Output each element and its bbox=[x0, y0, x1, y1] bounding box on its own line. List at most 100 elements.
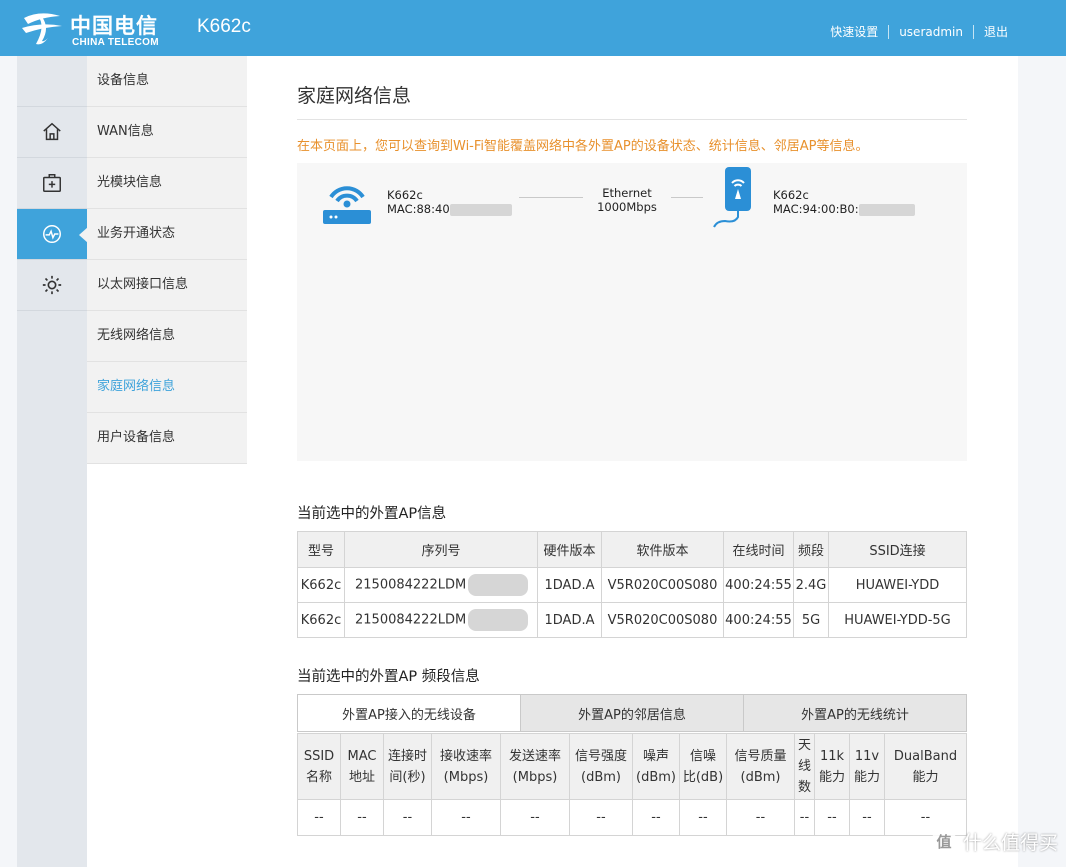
cell-serial: 2150084222LDM bbox=[344, 567, 538, 603]
menu-wireless-info[interactable]: 无线网络信息 bbox=[87, 311, 247, 362]
column-header: 11v 能力 bbox=[849, 733, 885, 800]
table-cell: -- bbox=[679, 799, 727, 836]
table-cell: -- bbox=[340, 799, 384, 836]
link-label: Ethernet 1000Mbps bbox=[592, 186, 662, 214]
column-header: 发送速率 (Mbps) bbox=[500, 733, 570, 800]
cell-hw-version: 1DAD.A bbox=[537, 602, 602, 638]
logo-english-text: CHINA TELECOM bbox=[72, 37, 159, 48]
band-tabs: 外置AP接入的无线设备 外置AP的邻居信息 外置AP的无线统计 bbox=[297, 694, 967, 732]
main-panel: 家庭网络信息 在本页面上，您可以查询到Wi-Fi智能覆盖网络中各外置AP的设备状… bbox=[247, 56, 1018, 867]
nav-status[interactable] bbox=[17, 209, 88, 260]
column-header: 噪声 (dBm) bbox=[632, 733, 680, 800]
column-header: 硬件版本 bbox=[537, 531, 602, 568]
table-row[interactable]: K662c 2150084222LDM 1DAD.A V5R020C00S080… bbox=[297, 602, 967, 638]
column-header: 接收速率 (Mbps) bbox=[431, 733, 501, 800]
menu-wan-info[interactable]: WAN信息 bbox=[87, 107, 247, 158]
band-info-section-title: 当前选中的外置AP 频段信息 bbox=[297, 669, 480, 685]
pulse-icon bbox=[43, 225, 61, 243]
link-line bbox=[519, 197, 583, 198]
menu-device-info[interactable]: 设备信息 bbox=[87, 56, 247, 107]
menu-user-device-info[interactable]: 用户设备信息 bbox=[87, 413, 247, 464]
cell-online-time: 400:24:55 bbox=[723, 602, 794, 638]
page-title: 家庭网络信息 bbox=[297, 85, 412, 107]
gateway-mac-row: MAC:88:40 bbox=[387, 202, 512, 216]
serial-text: 2150084222LDM bbox=[355, 577, 467, 593]
tab-connected-devices[interactable]: 外置AP接入的无线设备 bbox=[298, 695, 521, 731]
column-header: SSID 名称 bbox=[297, 733, 341, 800]
cell-sw-version: V5R020C00S080 bbox=[601, 602, 724, 638]
link-type: Ethernet bbox=[602, 186, 652, 200]
china-telecom-logo: 中国电信 CHINA TELECOM bbox=[20, 6, 180, 50]
cell-band: 2.4G bbox=[793, 567, 829, 603]
username-link[interactable]: useradmin bbox=[899, 25, 963, 39]
watermark-logo-icon: 值 bbox=[930, 828, 957, 855]
cell-model: K662c bbox=[297, 567, 345, 603]
nav-home[interactable] bbox=[17, 107, 87, 158]
column-header: 信噪 比(dB) bbox=[679, 733, 727, 800]
gear-icon bbox=[42, 275, 62, 295]
menu-service-status[interactable]: 业务开通状态 bbox=[87, 209, 247, 260]
device-model: K662c bbox=[197, 16, 251, 37]
column-header: 型号 bbox=[297, 531, 345, 568]
table-cell: -- bbox=[569, 799, 633, 836]
column-header: 频段 bbox=[793, 531, 829, 568]
column-header: DualBand 能力 bbox=[884, 733, 967, 800]
cell-online-time: 400:24:55 bbox=[723, 567, 794, 603]
column-header: 软件版本 bbox=[601, 531, 724, 568]
network-topology: K662c MAC:88:40 Ethernet 1000Mbps K662c … bbox=[297, 163, 967, 461]
router-icon[interactable] bbox=[321, 175, 373, 225]
table-cell: -- bbox=[632, 799, 680, 836]
nav-diagnose[interactable] bbox=[17, 158, 87, 209]
access-point-icon[interactable] bbox=[711, 165, 755, 229]
redacted-blur bbox=[858, 203, 915, 216]
logout-link[interactable]: 退出 bbox=[984, 23, 1008, 40]
column-header: 在线时间 bbox=[723, 531, 794, 568]
cell-hw-version: 1DAD.A bbox=[537, 567, 602, 603]
divider bbox=[297, 119, 967, 120]
nav-icon-spacer bbox=[17, 56, 87, 107]
watermark: 值 什么值得买 bbox=[930, 828, 1058, 855]
redacted-blur bbox=[449, 203, 512, 216]
column-header: 信号质量 (dBm) bbox=[726, 733, 795, 800]
sub-menu: 设备信息 WAN信息 光模块信息 业务开通状态 以太网接口信息 无线网络信息 家… bbox=[87, 56, 247, 867]
quick-setup-link[interactable]: 快速设置 bbox=[830, 23, 878, 40]
tab-neighbor-info[interactable]: 外置AP的邻居信息 bbox=[521, 695, 744, 731]
divider bbox=[888, 24, 890, 39]
table-cell: -- bbox=[849, 799, 885, 836]
table-cell: -- bbox=[383, 799, 432, 836]
link-speed: 1000Mbps bbox=[597, 200, 657, 214]
serial-text: 2150084222LDM bbox=[355, 612, 467, 628]
cell-sw-version: V5R020C00S080 bbox=[601, 567, 724, 603]
cell-model: K662c bbox=[297, 602, 345, 638]
table-cell: -- bbox=[814, 799, 850, 836]
column-header: SSID连接 bbox=[828, 531, 967, 568]
cell-serial: 2150084222LDM bbox=[344, 602, 538, 638]
cell-ssid: HUAWEI-YDD-5G bbox=[828, 602, 967, 638]
redacted-blur bbox=[468, 574, 529, 596]
menu-optical-module-info[interactable]: 光模块信息 bbox=[87, 158, 247, 209]
cell-band: 5G bbox=[793, 602, 829, 638]
ap-info: K662c MAC:94:00:B0: bbox=[773, 188, 915, 216]
table-cell: -- bbox=[794, 799, 815, 836]
logo-chinese-text: 中国电信 bbox=[70, 13, 158, 38]
ap-info-table: 型号 序列号 硬件版本 软件版本 在线时间 频段 SSID连接 K662c 21… bbox=[297, 531, 967, 638]
column-header: 天线数 bbox=[794, 733, 815, 800]
gateway-info: K662c MAC:88:40 bbox=[387, 188, 512, 216]
nav-settings[interactable] bbox=[17, 260, 87, 311]
table-header-row: 型号 序列号 硬件版本 软件版本 在线时间 频段 SSID连接 bbox=[297, 531, 967, 568]
column-header: 序列号 bbox=[344, 531, 538, 568]
menu-ethernet-info[interactable]: 以太网接口信息 bbox=[87, 260, 247, 311]
tab-wireless-stats[interactable]: 外置AP的无线统计 bbox=[744, 695, 966, 731]
link-line bbox=[671, 197, 703, 198]
telecom-logo-icon bbox=[22, 13, 62, 45]
table-row[interactable]: K662c 2150084222LDM 1DAD.A V5R020C00S080… bbox=[297, 567, 967, 603]
watermark-text: 什么值得买 bbox=[962, 832, 1058, 854]
gateway-mac: MAC:88:40 bbox=[387, 202, 450, 216]
page-notice: 在本页面上，您可以查询到Wi-Fi智能覆盖网络中各外置AP的设备状态、统计信息、… bbox=[297, 139, 869, 154]
column-header: 11k 能力 bbox=[814, 733, 850, 800]
nav-icon-column bbox=[17, 56, 88, 867]
table-cell: -- bbox=[297, 799, 341, 836]
menu-home-network-info[interactable]: 家庭网络信息 bbox=[87, 362, 247, 413]
top-links: 快速设置 useradmin 退出 bbox=[830, 23, 1008, 40]
cell-ssid: HUAWEI-YDD bbox=[828, 567, 967, 603]
